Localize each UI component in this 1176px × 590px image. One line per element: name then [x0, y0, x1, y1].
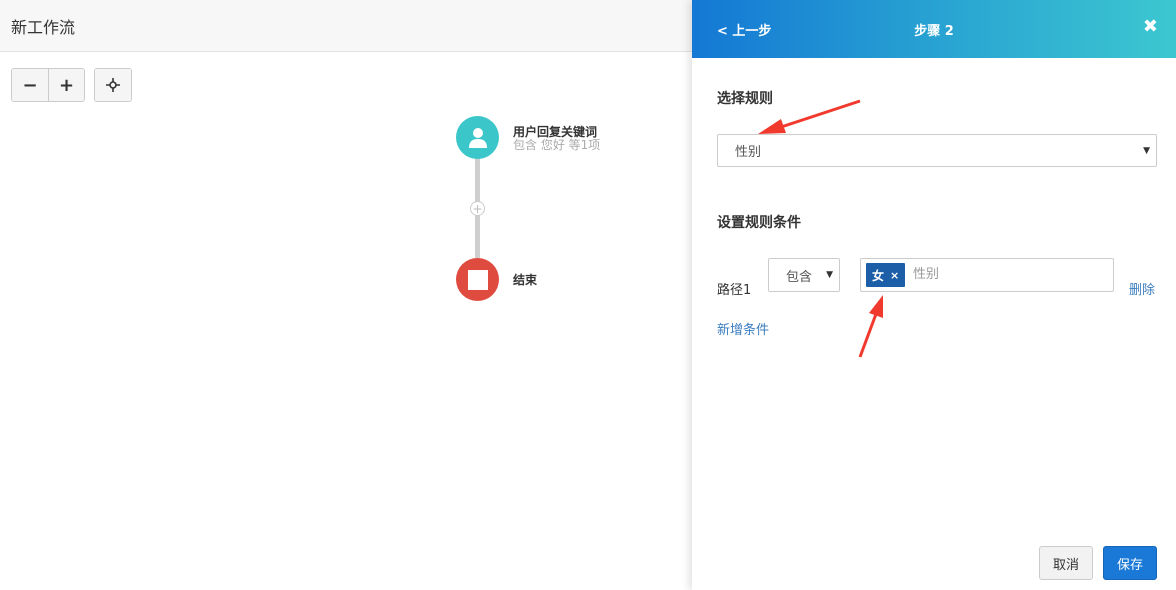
chevron-down-icon: ▼ [1143, 145, 1150, 156]
start-node[interactable] [456, 116, 499, 159]
rule-select[interactable]: 性别 ▼ [717, 134, 1157, 167]
user-icon [468, 127, 487, 148]
add-step-button[interactable]: + [470, 201, 485, 216]
workflow-title: 新工作流 [11, 18, 76, 37]
top-bar: 新工作流 [0, 0, 692, 52]
zoom-button-group: − + [11, 68, 85, 102]
end-node-title: 结束 [513, 273, 538, 287]
panel-title: 步骤 2 [914, 24, 954, 39]
start-node-subtitle: 包含 您好 等1项 [513, 138, 601, 152]
end-node[interactable] [456, 258, 499, 301]
center-button-group [94, 68, 132, 102]
zoom-in-button[interactable]: + [48, 69, 84, 101]
condition-section-label: 设置规则条件 [717, 215, 801, 231]
path-label: 路径1 [717, 283, 752, 298]
cancel-button[interactable]: 取消 [1039, 546, 1093, 580]
close-icon[interactable]: ✖ [1143, 16, 1158, 37]
stop-icon [467, 269, 488, 290]
operator-select-value: 包含 [786, 269, 813, 285]
value-tag: 女 × [866, 263, 906, 287]
save-button[interactable]: 保存 [1103, 546, 1157, 580]
crosshair-icon [106, 78, 120, 92]
center-view-button[interactable] [95, 69, 131, 101]
rule-select-value: 性别 [735, 145, 762, 160]
rule-section-label: 选择规则 [717, 91, 773, 107]
add-condition-link[interactable]: 新增条件 [717, 319, 769, 338]
condition-tag-input[interactable]: 女 × [860, 258, 1114, 292]
value-tag-label: 女 [872, 268, 885, 283]
step-panel: < 上一步 步骤 2 ✖ 选择规则 性别 ▼ 设置规则条件 路径1 包含 ▼ 女… [692, 0, 1176, 590]
operator-select[interactable]: 包含 ▼ [768, 258, 840, 292]
tag-remove-icon[interactable]: × [890, 269, 899, 282]
delete-condition-link[interactable]: 删除 [1129, 279, 1155, 298]
zoom-out-button[interactable]: − [12, 69, 48, 101]
chevron-down-icon: ▼ [826, 270, 833, 280]
panel-header: < 上一步 步骤 2 ✖ [692, 0, 1176, 58]
tag-search-input[interactable] [913, 267, 1103, 282]
